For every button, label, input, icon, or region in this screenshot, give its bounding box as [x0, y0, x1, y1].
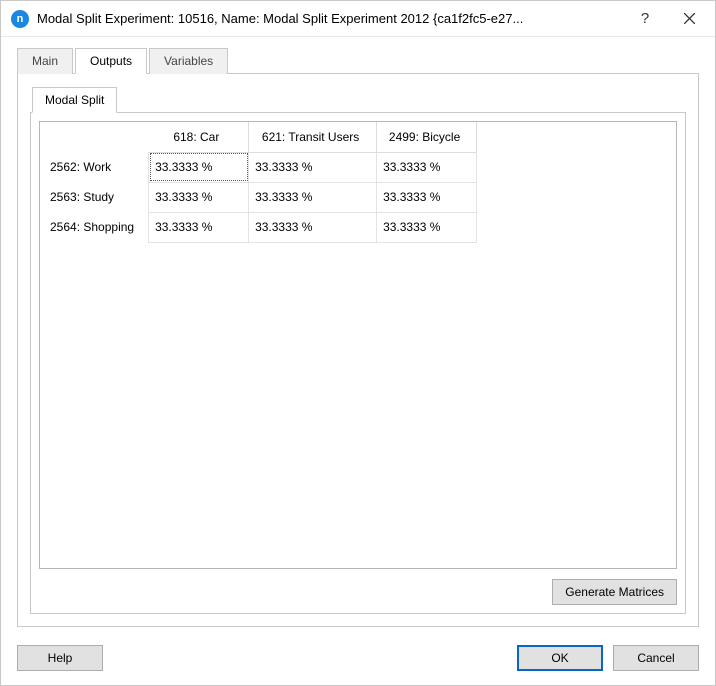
app-icon: n: [11, 10, 29, 28]
ok-button[interactable]: OK: [517, 645, 603, 671]
table-row: 2562: Work 33.3333 % 33.3333 % 33.3333 %: [40, 152, 477, 182]
row-header[interactable]: 2564: Shopping: [40, 212, 149, 242]
window-title: Modal Split Experiment: 10516, Name: Mod…: [37, 11, 623, 26]
grid-cell[interactable]: 33.3333 %: [249, 152, 377, 182]
tab-main[interactable]: Main: [17, 48, 73, 74]
grid-cell[interactable]: 33.3333 %: [149, 152, 249, 182]
dialog-body: Main Outputs Variables Modal Split: [1, 37, 715, 685]
inner-panel-modal-split: 618: Car 621: Transit Users 2499: Bicycl…: [30, 112, 686, 614]
grid-cell[interactable]: 33.3333 %: [149, 182, 249, 212]
modal-split-grid: 618: Car 621: Transit Users 2499: Bicycl…: [39, 121, 677, 569]
col-header[interactable]: 621: Transit Users: [249, 122, 377, 152]
titlebar: n Modal Split Experiment: 10516, Name: M…: [1, 1, 715, 37]
inner-tab-strip: Modal Split: [32, 86, 686, 112]
row-header[interactable]: 2563: Study: [40, 182, 149, 212]
help-icon[interactable]: ?: [623, 3, 667, 35]
grid-cell[interactable]: 33.3333 %: [377, 182, 477, 212]
col-header[interactable]: 618: Car: [149, 122, 249, 152]
grid-corner: [40, 122, 149, 152]
cancel-button[interactable]: Cancel: [613, 645, 699, 671]
tab-variables[interactable]: Variables: [149, 48, 228, 74]
grid-cell[interactable]: 33.3333 %: [149, 212, 249, 242]
dialog-footer: Help OK Cancel: [17, 633, 699, 671]
tab-outputs[interactable]: Outputs: [75, 48, 147, 74]
table-row: 2563: Study 33.3333 % 33.3333 % 33.3333 …: [40, 182, 477, 212]
row-header[interactable]: 2562: Work: [40, 152, 149, 182]
generate-matrices-button[interactable]: Generate Matrices: [552, 579, 677, 605]
help-button[interactable]: Help: [17, 645, 103, 671]
close-icon[interactable]: [667, 3, 711, 35]
generate-row: Generate Matrices: [39, 579, 677, 605]
grid-cell[interactable]: 33.3333 %: [377, 152, 477, 182]
table-row: 2564: Shopping 33.3333 % 33.3333 % 33.33…: [40, 212, 477, 242]
main-tab-strip: Main Outputs Variables: [17, 47, 699, 73]
grid-cell[interactable]: 33.3333 %: [249, 182, 377, 212]
grid-cell[interactable]: 33.3333 %: [377, 212, 477, 242]
grid-cell[interactable]: 33.3333 %: [249, 212, 377, 242]
tab-panel-outputs: Modal Split 618:: [17, 73, 699, 627]
grid-header-row: 618: Car 621: Transit Users 2499: Bicycl…: [40, 122, 477, 152]
inner-tab-modal-split[interactable]: Modal Split: [32, 87, 117, 113]
col-header[interactable]: 2499: Bicycle: [377, 122, 477, 152]
dialog-window: n Modal Split Experiment: 10516, Name: M…: [0, 0, 716, 686]
